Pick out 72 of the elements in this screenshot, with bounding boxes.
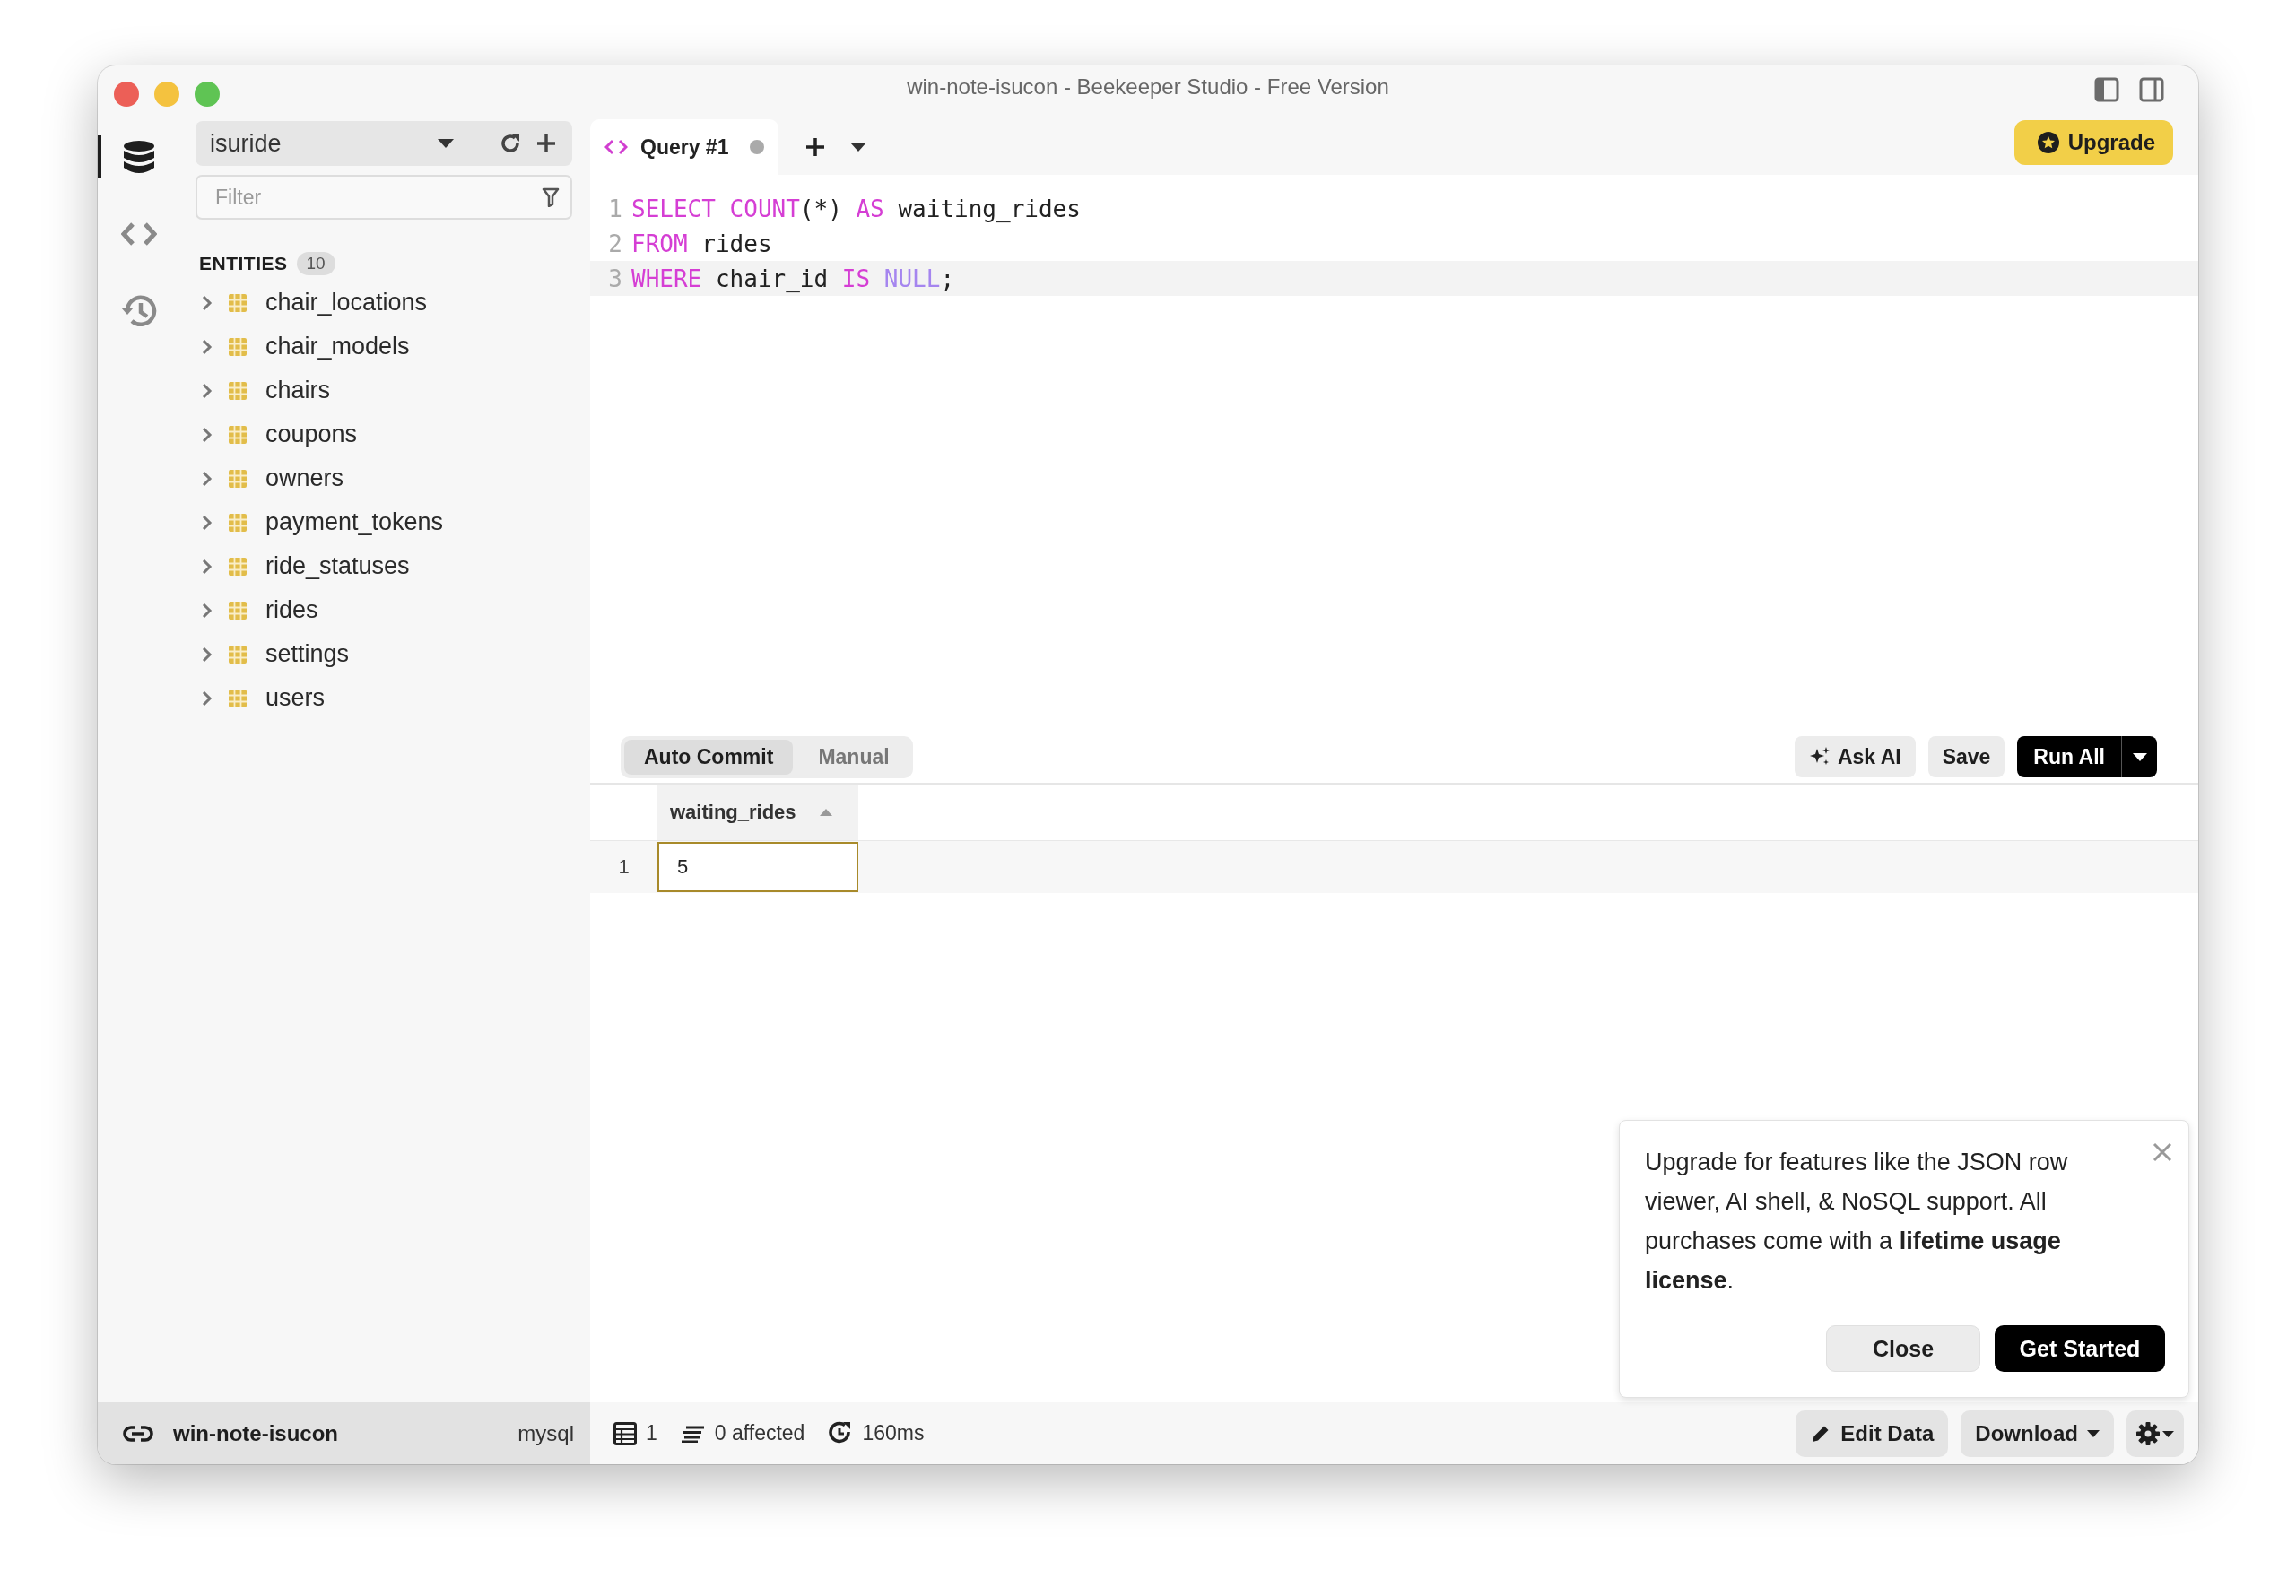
- commit-mode-option[interactable]: Auto Commit: [624, 739, 794, 775]
- close-button[interactable]: Close: [1826, 1325, 1980, 1372]
- connection-name: win-note-isucon: [173, 1420, 338, 1446]
- entity-item[interactable]: users: [196, 676, 572, 720]
- left-panel-icon[interactable]: [2094, 77, 2119, 102]
- entity-item[interactable]: chair_locations: [196, 281, 572, 325]
- entity-item[interactable]: owners: [196, 456, 572, 500]
- row-number: 1: [617, 855, 631, 879]
- entity-item[interactable]: settings: [196, 632, 572, 676]
- entity-count: 10: [296, 252, 335, 275]
- table-icon: [613, 1421, 637, 1445]
- lines-icon: [680, 1424, 706, 1443]
- table-icon: [228, 600, 248, 620]
- history-icon: [119, 293, 158, 329]
- affected-count: 0 affected: [714, 1421, 805, 1445]
- filter-field[interactable]: Filter: [196, 175, 572, 220]
- table-icon: [228, 512, 248, 533]
- entity-item[interactable]: chair_models: [196, 325, 572, 369]
- entity-item[interactable]: payment_tokens: [196, 500, 572, 544]
- close-icon[interactable]: [2152, 1142, 2172, 1162]
- caret-icon: [2132, 752, 2147, 761]
- code-line: FROM rides: [631, 230, 773, 257]
- driver-label: mysql: [517, 1420, 574, 1446]
- caret-icon: [438, 139, 454, 148]
- refresh-icon[interactable]: [499, 132, 522, 155]
- run-options-button[interactable]: [2121, 736, 2157, 777]
- settings-icon: [2135, 1420, 2175, 1446]
- settings-button[interactable]: [2126, 1410, 2184, 1457]
- code-icon: [120, 221, 157, 247]
- column-header[interactable]: waiting_rides: [657, 785, 858, 840]
- window-title: win-note-isucon - Beekeeper Studio - Free Version: [906, 74, 1390, 100]
- plus-icon[interactable]: [536, 134, 556, 153]
- table-icon: [228, 380, 248, 401]
- table-icon: [228, 468, 248, 489]
- table-icon: [228, 688, 248, 708]
- entity-item[interactable]: chairs: [196, 369, 572, 412]
- line-number: 3: [607, 265, 622, 292]
- upgrade-button[interactable]: Upgrade: [2013, 120, 2173, 165]
- table-icon: [228, 292, 248, 313]
- entities-heading: ENTITIES: [199, 253, 288, 274]
- close-window-button[interactable]: [114, 82, 139, 107]
- table-icon: [228, 556, 248, 577]
- table-cell[interactable]: 5: [657, 842, 858, 892]
- entity-item[interactable]: coupons: [196, 412, 572, 456]
- run-all-button[interactable]: Run All: [2017, 736, 2121, 777]
- connection-select[interactable]: isuride: [196, 121, 572, 166]
- new-tab-icon[interactable]: [805, 137, 825, 157]
- link-icon: [123, 1424, 153, 1443]
- line-number: 1: [607, 195, 622, 222]
- right-panel-icon[interactable]: [2139, 77, 2164, 102]
- code-line: SELECT COUNT(*) AS waiting_rides: [631, 195, 1082, 222]
- code-icon: [604, 139, 628, 155]
- edit-data-button[interactable]: Edit Data: [1796, 1410, 1949, 1457]
- table-icon: [228, 644, 248, 664]
- ask-ai-button[interactable]: Ask AI: [1794, 736, 1916, 777]
- popup-message: Upgrade for features like the JSON row viewer, AI shell, & NoSQL support. All purchases come with a lifetime usage license.: [1645, 1148, 2069, 1296]
- database-icon: [122, 140, 155, 174]
- commit-mode-option[interactable]: Manual: [798, 739, 909, 775]
- row-count: 1: [646, 1421, 657, 1445]
- entity-item[interactable]: rides: [196, 588, 572, 632]
- caret-icon: [2087, 1429, 2100, 1437]
- table-icon: [228, 424, 248, 445]
- download-button[interactable]: Download: [1961, 1410, 2114, 1457]
- query-time: 160ms: [862, 1421, 925, 1445]
- caret-icon[interactable]: [850, 143, 866, 152]
- line-number: 2: [607, 230, 622, 257]
- entity-item[interactable]: ride_statuses: [196, 544, 572, 588]
- filter-icon: [542, 187, 560, 207]
- query-tab[interactable]: Query #1: [590, 119, 778, 175]
- table-icon: [228, 336, 248, 357]
- get-started-button[interactable]: Get Started: [1995, 1325, 2165, 1372]
- save-button[interactable]: Save: [1927, 736, 2005, 777]
